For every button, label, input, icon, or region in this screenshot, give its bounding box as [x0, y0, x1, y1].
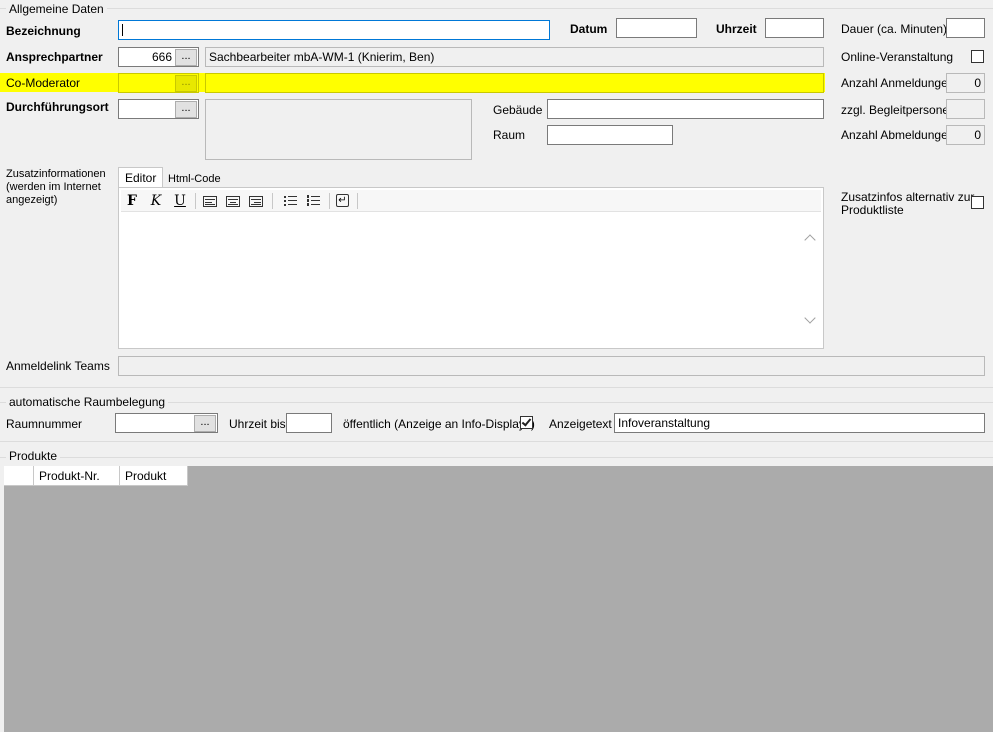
anzeigetext-input[interactable]: Infoveranstaltung — [614, 413, 985, 433]
uhrzeit-input[interactable] — [765, 18, 824, 38]
zusatz-alt-checkbox[interactable] — [971, 196, 984, 209]
zusatz-alt-label-line-2: Produktliste — [841, 203, 904, 217]
align-center-button[interactable] — [223, 192, 243, 210]
numbered-list-button[interactable] — [304, 192, 324, 210]
teams-link-field — [118, 356, 985, 376]
group-products-border — [0, 457, 993, 458]
group-room-title: automatische Raumbelegung — [6, 395, 169, 409]
grid-row-header-corner — [4, 466, 34, 486]
group-products-title: Produkte — [6, 449, 61, 463]
products-grid[interactable]: Produkt-Nr. Produkt — [4, 466, 993, 732]
gebaeude-label: Gebäude — [493, 103, 543, 117]
grid-column-header-produkt-nr[interactable]: Produkt-Nr. — [34, 466, 120, 486]
teams-label: Anmeldelink Teams — [6, 359, 110, 373]
editor-content-area[interactable] — [121, 214, 801, 346]
zusatz-alt-label-line-1: Zusatzinfos alternativ zur — [841, 190, 975, 204]
toolbar-separator — [195, 193, 196, 209]
underline-button[interactable]: U — [170, 192, 190, 210]
ansprechpartner-name-field: Sachbearbeiter mbA-WM-1 (Knierim, Ben) — [205, 47, 824, 67]
checkmark-icon — [521, 416, 532, 427]
ansprechpartner-label: Ansprechpartner — [6, 50, 103, 64]
ort-address-field — [205, 99, 472, 160]
online-label: Online-Veranstaltung — [841, 50, 954, 64]
raum-label: Raum — [493, 128, 526, 142]
ansprechpartner-lookup-button[interactable]: ... — [175, 49, 197, 66]
datum-input[interactable] — [616, 18, 697, 38]
zusatz-label-line-1: Zusatzinformationen — [6, 168, 106, 180]
ort-label: Durchführungsort — [6, 100, 109, 114]
raumnummer-lookup-button[interactable]: ... — [194, 415, 216, 432]
ansprechpartner-id-value: 666 — [151, 50, 172, 64]
align-right-icon — [249, 196, 263, 207]
scroll-down-icon[interactable] — [804, 312, 816, 324]
anmeldungen-label: Anzahl Anmeldungen — [841, 76, 955, 90]
raumnummer-label: Raumnummer — [6, 417, 83, 431]
tab-html-code[interactable]: Html-Code — [162, 169, 227, 189]
group-general-border — [0, 8, 993, 9]
abmeldungen-label: Anzahl Abmeldungen — [841, 128, 955, 142]
anzeigetext-label: Anzeigetext — [549, 417, 612, 431]
bezeichnung-label: Bezeichnung — [6, 24, 81, 38]
dauer-label: Dauer (ca. Minuten) — [841, 22, 948, 36]
bullet-list-button[interactable] — [281, 192, 301, 210]
comoderator-name-field — [205, 73, 824, 93]
bezeichnung-input[interactable] — [118, 20, 550, 40]
line-break-icon: ↵ — [336, 194, 349, 207]
numbered-list-icon — [307, 195, 321, 207]
oeffentlich-label: öffentlich (Anzeige an Info-Displays) — [343, 417, 535, 431]
toolbar-separator — [329, 193, 330, 209]
raum-input[interactable] — [547, 125, 673, 145]
group-general-bottom-border — [0, 387, 993, 388]
uhrzeit-label: Uhrzeit — [716, 22, 757, 36]
begleit-label: zzgl. Begleitpersonen — [841, 103, 956, 117]
italic-button[interactable]: K — [146, 192, 166, 210]
comoderator-label: Co-Moderator — [6, 76, 81, 90]
align-left-icon — [203, 196, 217, 207]
zusatz-label-line-2: (werden im Internet — [6, 181, 101, 193]
gebaeude-input[interactable] — [547, 99, 824, 119]
align-left-button[interactable] — [200, 192, 220, 210]
ort-lookup-button[interactable]: ... — [175, 101, 197, 118]
abmeldungen-field: 0 — [946, 125, 985, 145]
bullet-list-icon — [284, 195, 298, 207]
text-caret — [122, 24, 123, 36]
zusatz-label-line-3: angezeigt) — [6, 194, 58, 206]
editor-scrollbar[interactable] — [802, 214, 820, 346]
toolbar-separator — [357, 193, 358, 209]
uhrzeit-bis-label: Uhrzeit bis — [229, 417, 286, 431]
tab-editor[interactable]: Editor — [118, 167, 164, 188]
align-right-button[interactable] — [246, 192, 266, 210]
oeffentlich-checkbox[interactable] — [520, 416, 533, 429]
begleit-field — [946, 99, 985, 119]
group-general-title: Allgemeine Daten — [6, 2, 107, 16]
scroll-up-icon[interactable] — [804, 234, 816, 246]
dauer-input[interactable] — [946, 18, 985, 38]
toolbar-separator — [272, 193, 273, 209]
datum-label: Datum — [570, 22, 608, 36]
grid-column-header-produkt[interactable]: Produkt — [120, 466, 188, 486]
align-center-icon — [226, 196, 240, 207]
uhrzeit-bis-input[interactable] — [286, 413, 332, 433]
insert-break-button[interactable]: ↵ — [334, 192, 352, 210]
group-room-bottom-border — [0, 441, 993, 442]
anmeldungen-field: 0 — [946, 73, 985, 93]
comoderator-lookup-button[interactable]: ... — [175, 75, 197, 92]
online-checkbox[interactable] — [971, 50, 984, 63]
bold-button[interactable]: F — [122, 192, 142, 210]
